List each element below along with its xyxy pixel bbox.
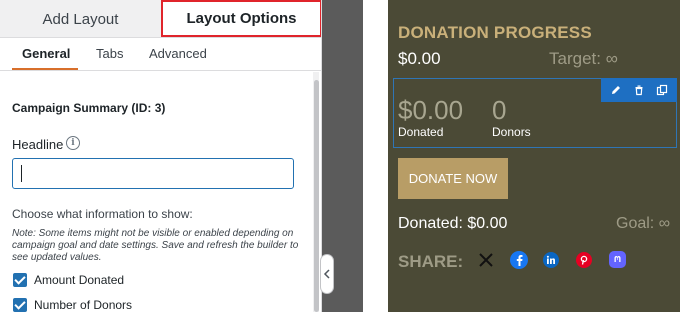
amount-donated-option[interactable]: Amount Donated (13, 273, 124, 287)
amount-donated-checkbox[interactable] (13, 273, 27, 287)
text-cursor (21, 165, 22, 182)
pencil-icon (612, 86, 621, 94)
amount-donated-label: Amount Donated (34, 273, 125, 287)
summary-amount-donated: $0.00 (398, 95, 464, 125)
headline-input[interactable] (12, 158, 294, 189)
donation-progress-title: DONATION PROGRESS (398, 23, 592, 42)
number-of-donors-checkbox[interactable] (13, 298, 27, 312)
facebook-icon (516, 255, 523, 266)
goal-amount: Goal: ∞ (616, 215, 671, 232)
section-title: Campaign Summary (ID: 3) (12, 101, 166, 115)
facebook-share-button[interactable] (510, 251, 528, 269)
duplicate-block-button[interactable] (653, 81, 671, 99)
chevron-left-icon (323, 269, 330, 279)
pinterest-icon (580, 255, 588, 265)
summary-donor-count: 0 (492, 95, 507, 125)
amount-raised: $0.00 (398, 49, 441, 68)
linkedin-icon (546, 255, 555, 264)
block-toolbar (601, 78, 677, 102)
info-icon[interactable]: i (66, 136, 80, 150)
duplicate-icon (656, 84, 667, 96)
number-of-donors-option[interactable]: Number of Donors (13, 298, 132, 312)
headline-label: Headline (12, 137, 64, 152)
scrollbar-thumb[interactable] (314, 80, 319, 312)
tab-tabs[interactable]: Tabs (96, 46, 123, 61)
mastodon-share-button[interactable] (609, 251, 626, 268)
x-share-button[interactable] (477, 251, 495, 269)
summary-donors-label: Donors (492, 125, 531, 139)
delete-block-button[interactable] (630, 81, 648, 99)
tab-general[interactable]: General (22, 46, 70, 61)
edit-block-button[interactable] (607, 81, 625, 99)
tab-layout-options[interactable]: Layout Options (161, 0, 321, 37)
mastodon-icon (614, 256, 621, 262)
number-of-donors-label: Number of Donors (34, 298, 133, 312)
top-tabs: Add Layout Layout Options (0, 0, 321, 38)
share-label: SHARE: (398, 252, 464, 271)
active-tab-indicator (12, 68, 78, 70)
trash-icon (635, 85, 643, 96)
donated-total: Donated: $0.00 (398, 215, 508, 232)
settings-panel: Add Layout Layout Options General Tabs A… (0, 0, 322, 312)
settings-note: Note: Some items might not be visible or… (12, 228, 299, 263)
x-icon (479, 253, 493, 267)
summary-donated-label: Donated (398, 125, 444, 139)
pinterest-share-button[interactable] (576, 252, 592, 268)
collapse-panel-button[interactable] (320, 254, 334, 294)
choose-info-label: Choose what information to show: (12, 207, 193, 221)
tab-advanced[interactable]: Advanced (149, 46, 207, 61)
sub-tabs: General Tabs Advanced (0, 38, 321, 71)
tab-add-layout[interactable]: Add Layout (0, 0, 161, 38)
linkedin-share-button[interactable] (543, 252, 559, 268)
target-amount: Target: ∞ (549, 49, 618, 68)
donate-now-button[interactable]: DONATE NOW (398, 158, 508, 199)
